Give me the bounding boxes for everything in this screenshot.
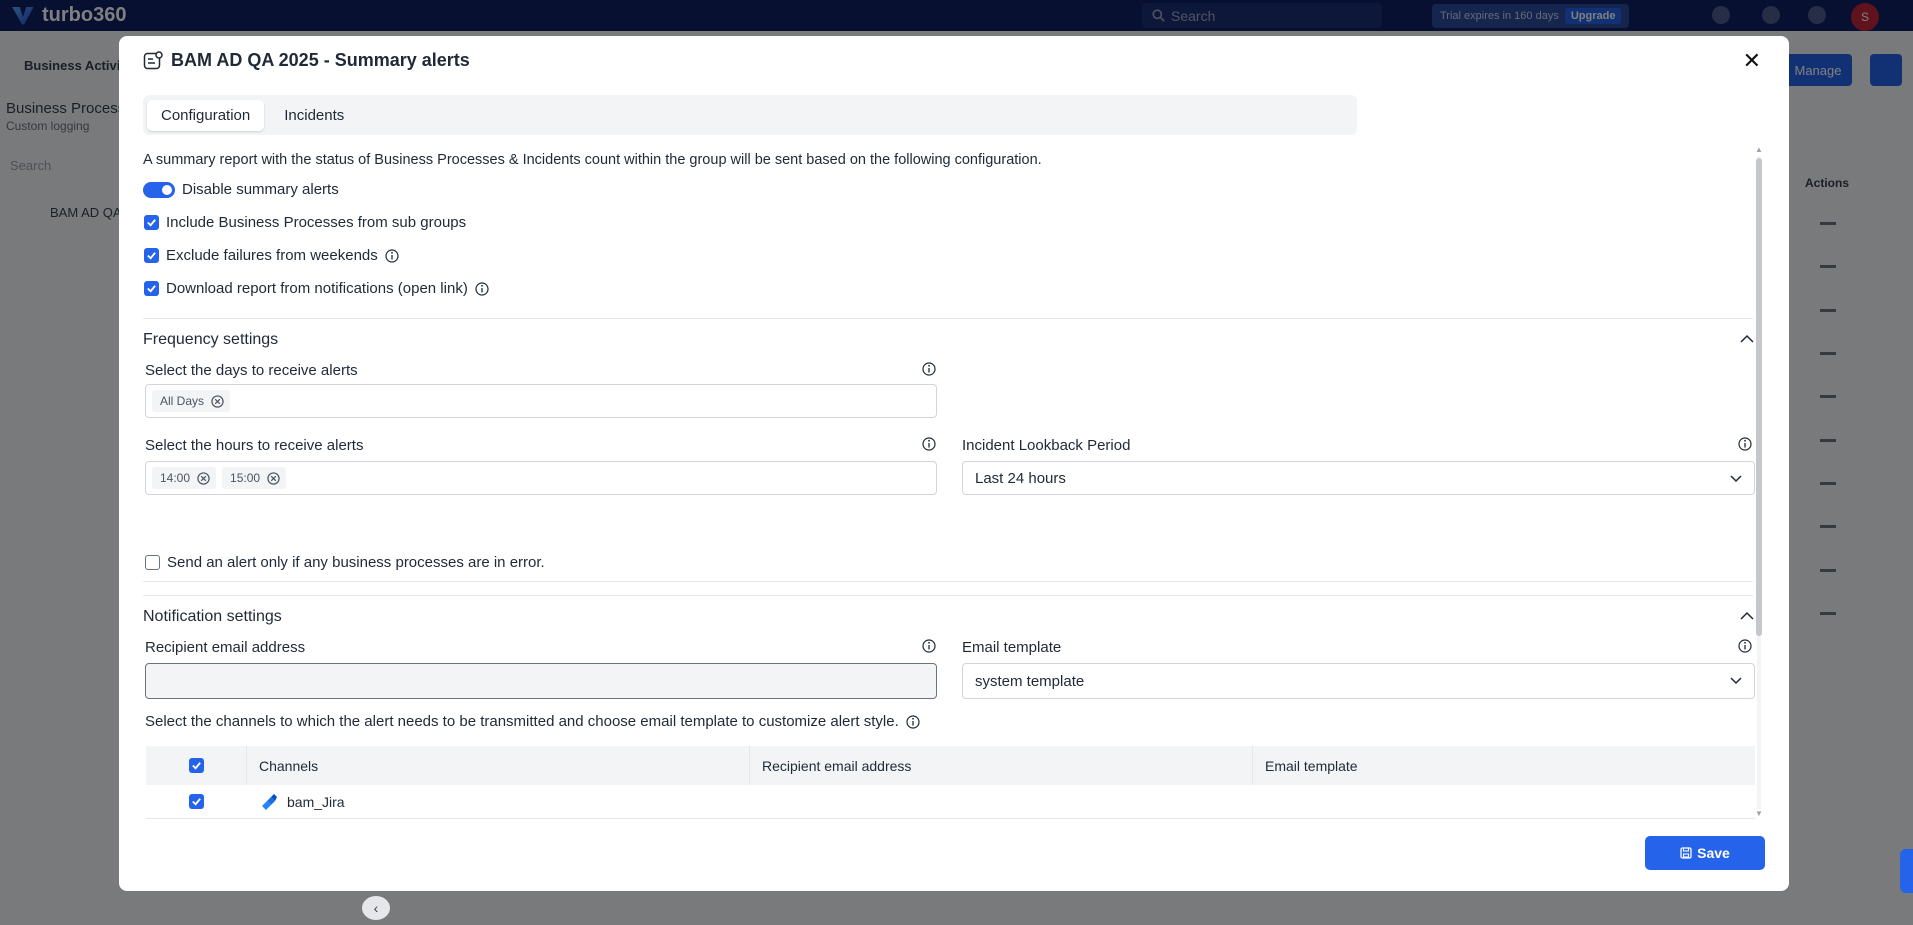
notification-settings-title: Notification settings (143, 608, 282, 625)
lookback-select[interactable]: Last 24 hours (962, 461, 1755, 495)
close-button[interactable]: ✕ (1743, 50, 1761, 72)
table-header: Channels Recipient email address Email t… (146, 746, 1755, 785)
frequency-settings-title: Frequency settings (143, 331, 279, 348)
side-help-tab[interactable] (1900, 849, 1913, 893)
channel-cell: oms_bam (247, 819, 750, 821)
hour-chip: 14:00 (152, 467, 217, 489)
chip-label: All Days (160, 394, 205, 408)
recipient-cell[interactable] (750, 819, 1253, 821)
email-template-select[interactable]: system template (962, 663, 1755, 699)
error-only-checkbox[interactable] (145, 555, 160, 570)
row-select-cell (146, 785, 247, 818)
channels-column-header[interactable]: Channels (247, 746, 750, 785)
recipient-cell[interactable] (750, 785, 1253, 818)
hours-label: Select the hours to receive alerts (145, 437, 364, 454)
day-chip: All Days (152, 390, 231, 412)
save-label: Save (1697, 845, 1730, 861)
divider (143, 595, 1753, 596)
channels-table: Channels Recipient email address Email t… (146, 746, 1755, 821)
include-sub-groups-checkbox[interactable] (144, 215, 159, 230)
remove-chip-icon[interactable] (267, 471, 280, 485)
days-label: Select the days to receive alerts (145, 362, 358, 379)
info-icon[interactable] (475, 281, 489, 296)
divider (143, 318, 1753, 319)
scrollbar-thumb[interactable] (1756, 158, 1762, 636)
remove-chip-icon[interactable] (197, 471, 210, 485)
remove-chip-icon[interactable] (211, 394, 224, 408)
disable-summary-alerts-label: Disable summary alerts (182, 181, 339, 198)
chip-label: 15:00 (230, 471, 261, 485)
recipient-email-field[interactable] (145, 663, 937, 699)
info-icon[interactable] (906, 714, 920, 729)
email-template-value: system template (975, 672, 1085, 690)
chevron-up-icon[interactable] (1739, 608, 1755, 624)
disable-summary-alerts-row: Disable summary alerts (143, 181, 339, 198)
info-icon[interactable] (385, 248, 399, 263)
select-all-checkbox[interactable] (188, 758, 204, 773)
jira-icon (262, 793, 277, 810)
modal-title: BAM AD QA 2025 - Summary alerts (171, 50, 470, 70)
info-icon[interactable] (922, 362, 936, 376)
download-report-checkbox[interactable] (144, 281, 159, 296)
collapse-chevron-icon[interactable]: ‹ (362, 896, 390, 920)
row-select-cell (146, 819, 247, 821)
include-sub-groups-row: Include Business Processes from sub grou… (144, 214, 466, 231)
divider (143, 581, 1753, 582)
tab-configuration[interactable]: Configuration (147, 99, 265, 131)
include-sub-groups-label: Include Business Processes from sub grou… (166, 214, 467, 231)
save-button[interactable]: Save (1645, 836, 1765, 870)
lookback-label: Incident Lookback Period (962, 437, 1131, 454)
recipient-label: Recipient email address (145, 639, 306, 656)
summary-alert-icon (143, 50, 163, 69)
exclude-weekends-checkbox[interactable] (144, 248, 159, 263)
content-scrollbar[interactable]: ▲ ▼ (1755, 146, 1763, 818)
summary-alerts-modal: BAM AD QA 2025 - Summary alerts ✕ Config… (119, 36, 1789, 891)
chevron-down-icon (1730, 677, 1742, 685)
channels-description-row: Select the channels to which the alert n… (145, 713, 920, 730)
template-cell[interactable] (1253, 785, 1755, 818)
hour-chip: 15:00 (222, 467, 287, 489)
exclude-weekends-label: Exclude failures from weekends (166, 247, 378, 264)
download-report-row: Download report from notifications (open… (144, 280, 489, 297)
lookback-value: Last 24 hours (975, 469, 1066, 487)
select-all-cell (146, 746, 247, 785)
chip-label: 14:00 (160, 471, 191, 485)
disable-summary-alerts-toggle[interactable] (143, 181, 175, 198)
table-row[interactable]: bam_Jira (146, 785, 1755, 819)
channels-description: Select the channels to which the alert n… (145, 713, 899, 730)
info-icon[interactable] (922, 437, 936, 451)
table-row[interactable]: oms_bam (146, 819, 1755, 821)
template-column-header[interactable]: Email template (1253, 746, 1755, 785)
recipient-column-header[interactable]: Recipient email address (750, 746, 1253, 785)
modal-header: BAM AD QA 2025 - Summary alerts (143, 50, 470, 71)
configuration-panel: A summary report with the status of Busi… (119, 136, 1789, 821)
description-text: A summary report with the status of Busi… (143, 152, 1042, 168)
chevron-up-icon[interactable] (1739, 331, 1755, 347)
modal-tabs: Configuration Incidents (143, 95, 1357, 135)
error-only-label: Send an alert only if any business proce… (167, 554, 545, 571)
days-multiselect[interactable]: All Days (145, 384, 937, 418)
channel-cell: bam_Jira (247, 785, 750, 818)
row-checkbox[interactable] (189, 794, 204, 809)
template-cell[interactable] (1253, 819, 1755, 821)
tab-incidents[interactable]: Incidents (270, 100, 358, 131)
scroll-up-arrow-icon[interactable]: ▲ (1755, 146, 1763, 154)
info-icon[interactable] (1738, 437, 1752, 451)
scroll-down-arrow-icon[interactable]: ▼ (1755, 810, 1763, 818)
exclude-weekends-row: Exclude failures from weekends (144, 247, 399, 264)
chevron-down-icon (1730, 475, 1742, 483)
channel-name: bam_Jira (287, 793, 345, 810)
download-report-label: Download report from notifications (open… (166, 280, 468, 297)
save-icon (1680, 847, 1692, 859)
hours-multiselect[interactable]: 14:00 15:00 (145, 461, 937, 495)
info-icon[interactable] (922, 639, 936, 653)
template-label: Email template (962, 639, 1062, 656)
error-only-row: Send an alert only if any business proce… (145, 554, 545, 571)
info-icon[interactable] (1738, 639, 1752, 653)
